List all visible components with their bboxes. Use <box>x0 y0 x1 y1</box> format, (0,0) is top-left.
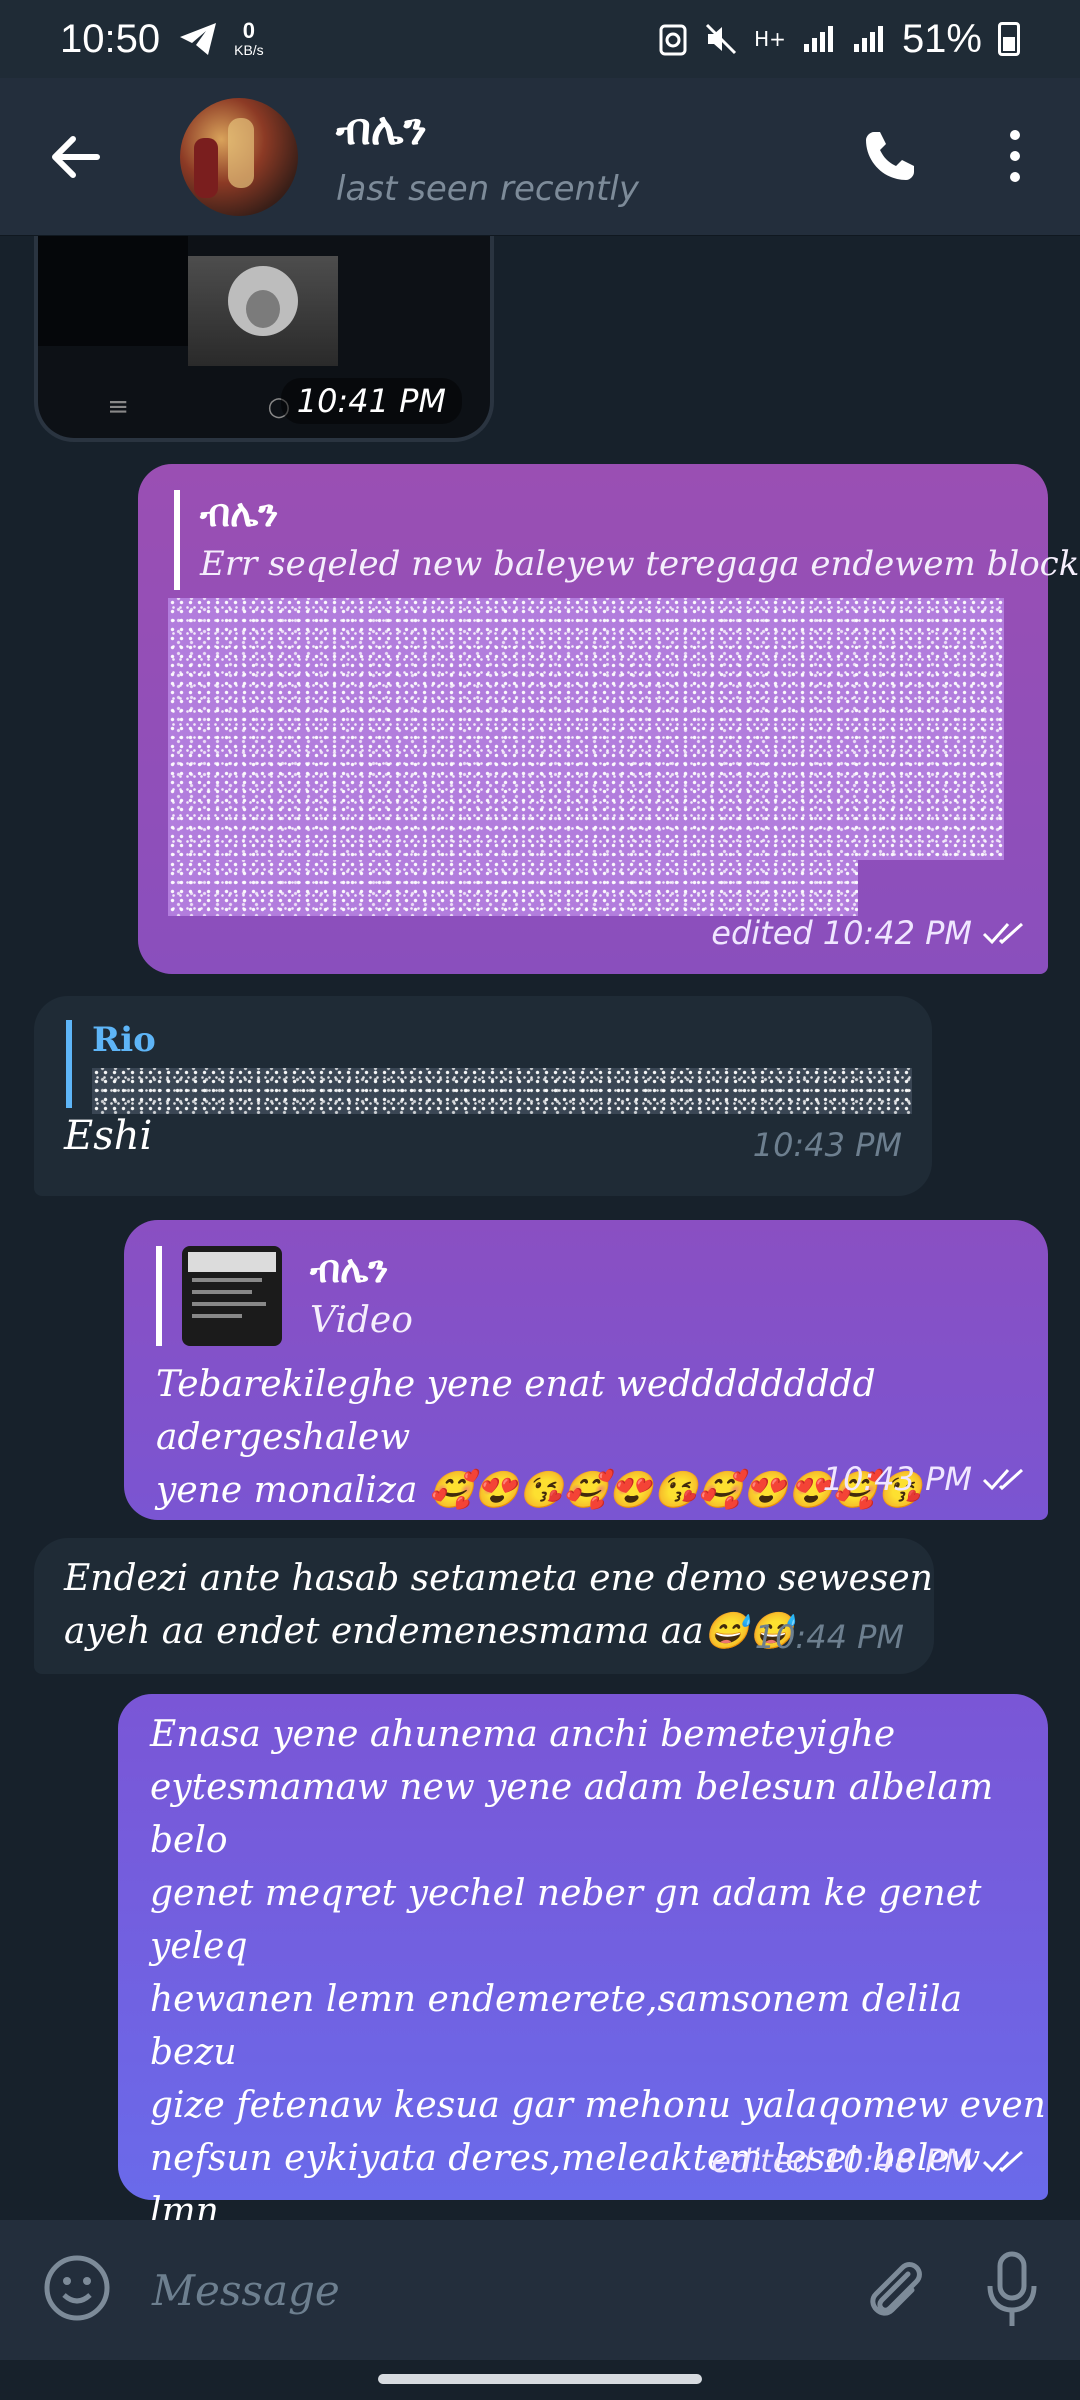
spoiler-text[interactable] <box>168 598 1004 860</box>
video-frame <box>38 236 188 346</box>
chat-status: last seen recently <box>336 169 639 209</box>
reply-preview[interactable]: ብሌን Err seqeled new baleyew teregaga end… <box>174 490 1080 590</box>
video-message[interactable]: ≡ ○ 10:41 PM <box>34 236 494 442</box>
message-line: Enasa yene ahunema anchi bemeteyighe <box>150 1714 896 1755</box>
reply-thumbnail <box>182 1246 282 1346</box>
phone-icon <box>866 132 914 180</box>
spoiler-text[interactable] <box>92 1068 912 1114</box>
status-bar: 10:50 0 KB/s H+ 51% <box>0 0 1080 78</box>
recycle-icon <box>659 24 687 56</box>
reply-text: Err seqeled new baleyew teregaga endewem… <box>200 544 1080 584</box>
message-time: 10:43 PM <box>822 1460 972 1498</box>
dot-icon <box>1010 130 1020 140</box>
message-line: gize fetenaw kesua gar mehonu yalaqomew … <box>150 2085 1046 2126</box>
dot-icon <box>1010 172 1020 182</box>
video-frame-person <box>188 256 338 366</box>
reply-preview[interactable]: ብሌን Video <box>156 1246 413 1346</box>
message-line: genet meqret yechel neber gn adam ke gen… <box>150 1873 982 1967</box>
incoming-message[interactable]: Rio Eshi 10:43 PM <box>34 996 932 1196</box>
outgoing-message[interactable]: ብሌን Err seqeled new baleyew teregaga end… <box>138 464 1080 974</box>
outgoing-message[interactable]: Enasa yene ahunema anchi bemeteyighe eyte… <box>118 1694 1048 2220</box>
double-check-icon <box>982 922 1024 945</box>
chat-header: ብሌን last seen recently <box>0 78 1080 236</box>
telegram-icon <box>180 23 217 55</box>
microphone-icon <box>987 2251 1037 2326</box>
message-meta: edited 10:48 PM <box>711 2142 1028 2180</box>
signal-icon-2 <box>853 26 883 52</box>
network-type: H+ <box>754 27 786 51</box>
message-line: eytesmamaw new yene adam belesun albelam… <box>150 1767 994 1861</box>
incoming-message[interactable]: Endezi ante hasab setameta ene demo sewe… <box>34 1538 934 1674</box>
status-time: 10:50 <box>60 16 161 61</box>
back-button[interactable] <box>0 78 150 236</box>
reply-author: ብሌን <box>310 1246 389 1291</box>
chat-title-block[interactable]: ብሌን last seen recently <box>336 104 639 209</box>
spoiler-text-tail[interactable] <box>168 860 858 916</box>
message-time: 10:44 PM <box>754 1618 904 1656</box>
message-time: 10:41 PM <box>280 378 462 424</box>
chat-title: ብሌን <box>336 104 427 155</box>
mute-icon <box>706 23 737 55</box>
dot-icon <box>1010 151 1020 161</box>
message-time: 10:48 PM <box>822 2142 972 2180</box>
double-check-icon <box>982 2150 1024 2173</box>
message-input-bar: Message <box>0 2220 1080 2360</box>
double-check-icon <box>982 1468 1024 1491</box>
edited-label: edited <box>711 914 813 952</box>
message-line: hewanen lemn endemerete,samsonem delila … <box>150 1979 963 2073</box>
paperclip-icon <box>870 2262 922 2316</box>
menu-icon: ≡ <box>107 392 130 422</box>
emoji-button[interactable] <box>42 2253 112 2327</box>
more-menu-button[interactable] <box>1000 120 1030 192</box>
smiley-icon <box>44 2255 110 2321</box>
message-list[interactable]: ≡ ○ 10:41 PM ብሌን Err seqeled new baleyew… <box>0 236 1080 2220</box>
signal-icon <box>803 26 833 52</box>
network-speed: 0 KB/s <box>234 18 264 59</box>
reply-author: ብሌን <box>200 490 279 535</box>
message-meta: 10:43 PM <box>823 1460 1028 1498</box>
home-indicator[interactable] <box>378 2374 702 2384</box>
edited-label: edited <box>711 2142 813 2180</box>
battery-icon <box>998 22 1020 56</box>
message-time: 10:42 PM <box>822 914 972 952</box>
system-nav-bar <box>0 2360 1080 2400</box>
attach-button[interactable] <box>860 2254 930 2330</box>
message-time: 10:43 PM <box>752 1126 902 1164</box>
message-meta: edited 10:42 PM <box>711 914 1028 952</box>
call-button[interactable] <box>860 126 920 186</box>
message-text: Eshi <box>64 1113 153 1159</box>
avatar[interactable] <box>180 97 298 216</box>
reply-author: Rio <box>92 1020 156 1060</box>
outgoing-message[interactable]: ብሌን Video Tebarekileghe yene enat wedddd… <box>124 1220 1048 1520</box>
message-input[interactable]: Message <box>152 2266 340 2315</box>
reply-preview[interactable]: Rio <box>66 1020 912 1114</box>
battery-level: 51% <box>901 16 982 61</box>
arrow-left-icon <box>52 135 100 178</box>
reply-text: Video <box>310 1300 413 1341</box>
voice-button[interactable] <box>984 2250 1040 2334</box>
